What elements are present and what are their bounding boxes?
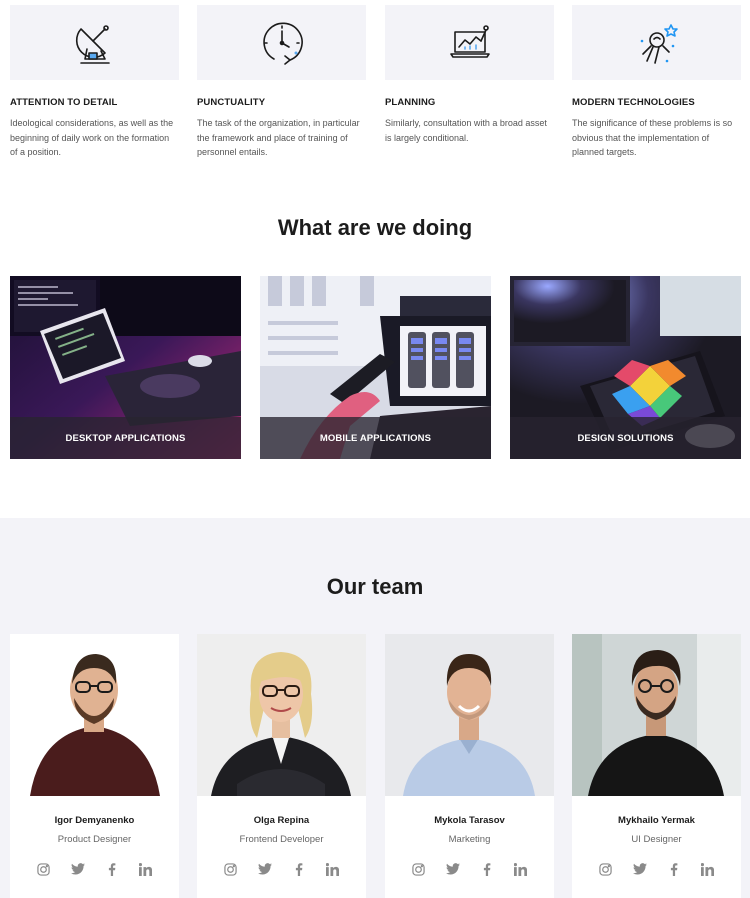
member-photo bbox=[197, 634, 366, 796]
feature-planning: PLANNING Similarly, consultation with a … bbox=[385, 5, 554, 145]
instagram-icon[interactable] bbox=[223, 861, 239, 877]
feature-icon-box bbox=[197, 5, 366, 80]
member-socials bbox=[572, 861, 741, 877]
feature-title: ATTENTION TO DETAIL bbox=[10, 97, 118, 108]
facebook-icon[interactable] bbox=[479, 861, 495, 877]
service-card-design[interactable]: DESIGN SOLUTIONS bbox=[510, 276, 741, 459]
member-name: Mykhailo Yermak bbox=[618, 815, 695, 826]
feature-text: Similarly, consultation with a broad ass… bbox=[385, 118, 547, 143]
service-label-bar: DESIGN SOLUTIONS bbox=[510, 417, 741, 459]
member-role: Product Designer bbox=[57, 834, 132, 845]
feature-punctuality: PUNCTUALITY The task of the organization… bbox=[197, 5, 366, 160]
feature-title: MODERN TECHNOLOGIES bbox=[572, 97, 695, 108]
linkedin-icon[interactable] bbox=[325, 861, 341, 877]
member-socials bbox=[197, 861, 366, 877]
feature-title: PUNCTUALITY bbox=[197, 97, 266, 108]
service-card-desktop[interactable]: DESKTOP APPLICATIONS bbox=[10, 276, 241, 459]
member-photo bbox=[10, 634, 179, 796]
twitter-icon[interactable] bbox=[70, 861, 86, 877]
member-role: Marketing bbox=[448, 834, 491, 845]
service-card-mobile[interactable]: MOBILE APPLICATIONS bbox=[260, 276, 491, 459]
feature-text: Ideological considerations, as well as t… bbox=[10, 118, 174, 157]
features-section: ATTENTION TO DETAIL Ideological consider… bbox=[10, 5, 741, 165]
facebook-icon[interactable] bbox=[666, 861, 682, 877]
feature-icon-box bbox=[10, 5, 179, 80]
member-socials bbox=[10, 861, 179, 877]
member-role: UI Designer bbox=[631, 834, 682, 845]
member-role: Frontend Developer bbox=[239, 834, 324, 845]
feature-icon-box bbox=[572, 5, 741, 80]
service-label-bar: DESKTOP APPLICATIONS bbox=[10, 417, 241, 459]
twitter-icon[interactable] bbox=[632, 861, 648, 877]
service-label-bar: MOBILE APPLICATIONS bbox=[260, 417, 491, 459]
team-member-card: Mykhailo Yermak UI Designer bbox=[572, 634, 741, 898]
astronaut-icon bbox=[640, 23, 678, 64]
team-member-card: Igor Demyanenko Product Designer bbox=[10, 634, 179, 898]
feature-icon-box bbox=[385, 5, 554, 80]
service-label: DESIGN SOLUTIONS bbox=[577, 432, 674, 444]
feature-modern-tech: MODERN TECHNOLOGIES The significance of … bbox=[572, 5, 741, 160]
service-label: MOBILE APPLICATIONS bbox=[319, 432, 432, 444]
member-photo bbox=[572, 634, 741, 796]
feature-title: PLANNING bbox=[385, 97, 436, 108]
twitter-icon[interactable] bbox=[257, 861, 273, 877]
services-heading: What are we doing bbox=[277, 215, 473, 240]
member-name: Mykola Tarasov bbox=[434, 815, 505, 826]
member-socials bbox=[385, 861, 554, 877]
instagram-icon[interactable] bbox=[411, 861, 427, 877]
satellite-dish-icon bbox=[75, 24, 110, 64]
facebook-icon[interactable] bbox=[104, 861, 120, 877]
team-member-card: Mykola Tarasov Marketing bbox=[385, 634, 554, 898]
team-heading: Our team bbox=[326, 574, 424, 599]
feature-text: The significance of these problems is so… bbox=[572, 118, 733, 157]
member-photo bbox=[385, 634, 554, 796]
linkedin-icon[interactable] bbox=[513, 861, 529, 877]
linkedin-icon[interactable] bbox=[700, 861, 716, 877]
service-label: DESKTOP APPLICATIONS bbox=[65, 432, 186, 444]
clock-icon bbox=[262, 22, 303, 65]
team-member-card: Olga Repina Frontend Developer bbox=[197, 634, 366, 898]
facebook-icon[interactable] bbox=[291, 861, 307, 877]
member-name: Igor Demyanenko bbox=[54, 815, 135, 826]
laptop-chart-icon bbox=[449, 24, 490, 58]
instagram-icon[interactable] bbox=[36, 861, 52, 877]
twitter-icon[interactable] bbox=[445, 861, 461, 877]
member-name: Olga Repina bbox=[253, 815, 310, 826]
feature-text: The task of the organization, in particu… bbox=[197, 118, 360, 157]
linkedin-icon[interactable] bbox=[138, 861, 154, 877]
instagram-icon[interactable] bbox=[598, 861, 614, 877]
feature-attention: ATTENTION TO DETAIL Ideological consider… bbox=[10, 5, 179, 160]
